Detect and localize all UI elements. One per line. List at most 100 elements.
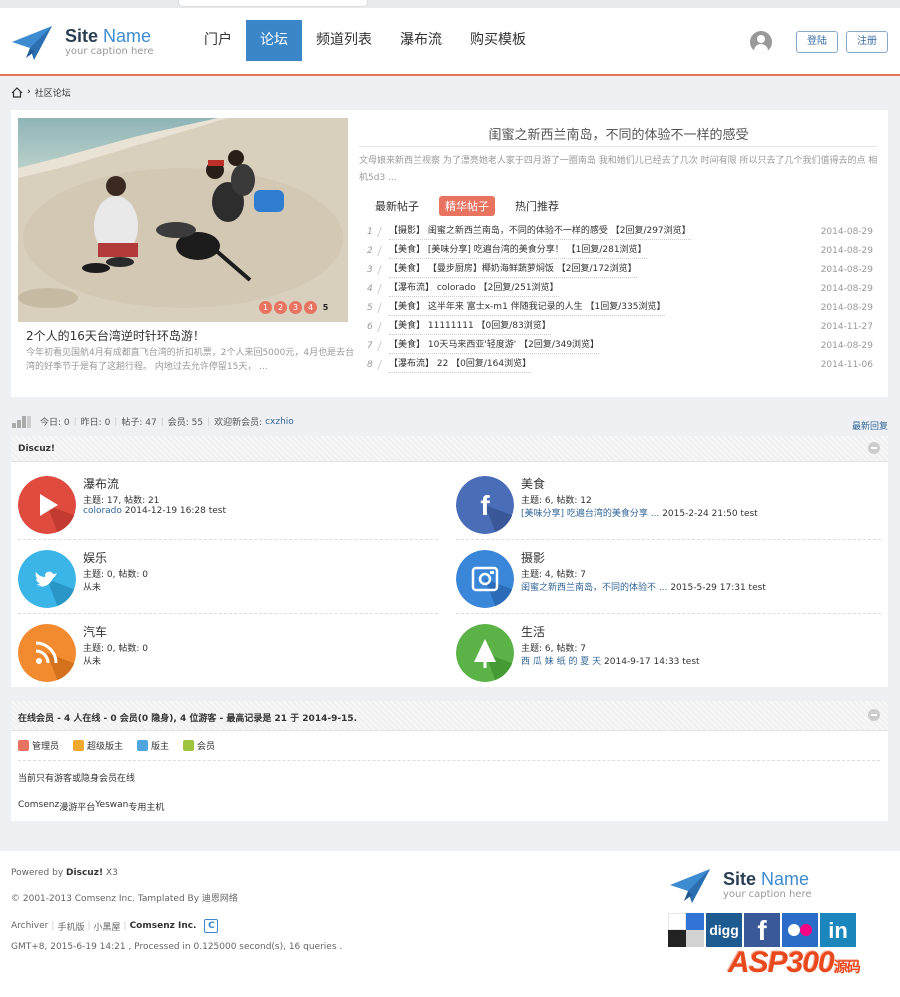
logo-title: Site Name xyxy=(65,26,152,46)
collapse-icon[interactable] xyxy=(868,442,880,454)
post-link[interactable]: 【瀑布流】 22 【0回复/164浏览】 xyxy=(389,356,532,373)
list-item: 4 【瀑布流】 colorado 【2回复/251浏览】 2014-08-29 xyxy=(367,280,873,299)
latest-reply-link[interactable]: 最新回复 xyxy=(852,419,888,432)
tab-latest-posts[interactable]: 最新帖子 xyxy=(369,196,425,216)
gmt-info: GMT+8, 2015-6-19 14:21 , Processed in 0.… xyxy=(11,942,343,952)
member-icon xyxy=(183,740,195,751)
watermark-logo: ASP300源码 xyxy=(728,946,861,979)
last-post-link[interactable]: 西 瓜 妹 纸 的 夏 天 xyxy=(521,657,601,667)
friend-link[interactable]: 专用主机 xyxy=(128,800,164,813)
paper-plane-icon xyxy=(12,26,52,60)
feature-panel: 1 2 3 4 5 2个人的16天台湾逆时针环岛游！ 今年初看见国航4月有成都直… xyxy=(11,110,888,397)
user-avatar-icon[interactable] xyxy=(750,31,772,53)
forum-name[interactable]: 汽车 xyxy=(83,623,107,640)
nav-buy-template[interactable]: 购买模板 xyxy=(456,20,540,61)
nav-portal[interactable]: 门户 xyxy=(190,20,246,61)
site-header: Site Name your caption here 门户 论坛 频道列表 瀑… xyxy=(0,0,900,76)
post-list: 1 【摄影】 闺蜜之新西兰南岛，不同的体验不一样的感受 【2回复/297浏览】 20… xyxy=(367,223,873,375)
row-number: 3 xyxy=(367,261,387,280)
post-link[interactable]: 【瀑布流】 colorado 【2回复/251浏览】 xyxy=(389,280,559,297)
friend-link[interactable]: Comsenz xyxy=(18,800,59,813)
friend-link[interactable]: 漫游平台 xyxy=(59,800,95,813)
last-post-link[interactable]: [美味分享] 吃遍台湾的美食分享 ... xyxy=(521,509,659,519)
forum-last-post: 从未 xyxy=(83,583,102,593)
post-link[interactable]: 【摄影】 闺蜜之新西兰南岛，不同的体验不一样的感受 【2回复/297浏览】 xyxy=(389,223,691,240)
slide-title[interactable]: 2个人的16天台湾逆时针环岛游！ xyxy=(26,327,205,344)
list-item: 1 【摄影】 闺蜜之新西兰南岛，不同的体验不一样的感受 【2回复/297浏览】 20… xyxy=(367,223,873,242)
online-title[interactable]: 在线会员 - 4 人在线 - 0 会员(0 隐身), 4 位游客 - 最高记录是… xyxy=(18,711,357,724)
row-number: 8 xyxy=(367,356,387,375)
post-link[interactable]: 【美食】 11111111 【0回复/83浏览】 xyxy=(389,318,551,335)
tab-hot-recommend[interactable]: 热门推荐 xyxy=(509,196,565,216)
friend-link[interactable]: Yeswan xyxy=(95,800,128,813)
forum-name[interactable]: 瀑布流 xyxy=(83,475,119,492)
slide-dot-2[interactable]: 2 xyxy=(274,301,287,314)
camera-icon[interactable] xyxy=(456,550,514,608)
forum-last-post: 闺蜜之新西兰南岛，不同的体验不 ... 2015-5-29 17:31 test xyxy=(521,583,766,593)
featured-article-title[interactable]: 闺蜜之新西兰南岛，不同的体验不一样的感受 xyxy=(361,124,876,143)
nav-waterfall[interactable]: 瀑布流 xyxy=(386,20,456,61)
slide-dot-1[interactable]: 1 xyxy=(259,301,272,314)
forum-name[interactable]: 生活 xyxy=(521,623,545,640)
slide-dots: 1 2 3 4 5 xyxy=(257,301,332,314)
list-item: 8 【瀑布流】 22 【0回复/164浏览】 2014-11-06 xyxy=(367,356,873,375)
forum-name[interactable]: 美食 xyxy=(521,475,545,492)
post-link[interactable]: 【美食】 [美味分享] 吃遍台湾的美食分享！ 【1回复/281浏览】 xyxy=(389,242,647,259)
new-member-link[interactable]: cxzhio xyxy=(265,417,294,427)
home-icon[interactable] xyxy=(11,86,23,98)
discuz-link[interactable]: Discuz! xyxy=(66,868,103,878)
tab-featured-posts[interactable]: 精华帖子 xyxy=(439,196,495,216)
mobile-link[interactable]: 手机版 xyxy=(57,920,84,933)
nav-forum[interactable]: 论坛 xyxy=(246,20,302,61)
forum-item: 摄影 主题: 4, 帖数: 7 闺蜜之新西兰南岛，不同的体验不 ... 2015… xyxy=(449,540,879,614)
last-post-link[interactable]: colorado xyxy=(83,506,122,516)
slide-dot-4[interactable]: 4 xyxy=(304,301,317,314)
divider xyxy=(359,146,877,147)
play-icon[interactable] xyxy=(18,476,76,534)
list-item: 3 【美食】 【曼步厨房】椰奶海鲜蔬萝焖饭 【2回复/172浏览】 2014-08-… xyxy=(367,261,873,280)
post-link[interactable]: 【美食】 这半年来 富士x-m1 伴随我记录的人生 【1回复/335浏览】 xyxy=(389,299,666,316)
register-button[interactable]: 注册 xyxy=(846,31,888,53)
post-date: 2014-08-29 xyxy=(820,303,873,313)
forum-name[interactable]: 摄影 xyxy=(521,549,545,566)
linkedin-icon[interactable]: in xyxy=(820,913,856,947)
online-members: 在线会员 - 4 人在线 - 0 会员(0 隐身), 4 位游客 - 最高记录是… xyxy=(11,701,888,821)
rss-icon[interactable] xyxy=(18,624,76,682)
collapse-icon[interactable] xyxy=(868,709,880,721)
super-moderator-icon xyxy=(73,740,85,751)
post-link[interactable]: 【美食】 【曼步厨房】椰奶海鲜蔬萝焖饭 【2回复/172浏览】 xyxy=(389,261,637,278)
delicious-icon[interactable] xyxy=(668,913,704,947)
comsenz-logo-icon[interactable]: C xyxy=(204,919,219,933)
company-link[interactable]: Comsenz Inc. xyxy=(130,921,197,931)
forum-name[interactable]: 娱乐 xyxy=(83,549,107,566)
footer-links: Archiver | 手机版 | 小黑屋 | Comsenz Inc. C xyxy=(11,919,219,933)
slideshow-image[interactable]: 1 2 3 4 5 xyxy=(18,118,348,322)
post-tabs: 最新帖子 精华帖子 热门推荐 xyxy=(369,196,579,216)
facebook-icon[interactable]: f xyxy=(744,913,780,947)
login-button[interactable]: 登陆 xyxy=(796,31,838,53)
list-item: 6 【美食】 11111111 【0回复/83浏览】 2014-11-27 xyxy=(367,318,873,337)
divider xyxy=(18,760,880,761)
moderator-icon xyxy=(137,740,149,751)
list-item: 5 【美食】 这半年来 富士x-m1 伴随我记录的人生 【1回复/335浏览】 20… xyxy=(367,299,873,318)
archiver-link[interactable]: Archiver xyxy=(11,921,48,931)
featured-article-desc: 文母娘来新西兰视察 为了漂亮她老人家于四月游了一圈南岛 我和她们儿已经去了几次 … xyxy=(359,156,878,183)
forum-group-title[interactable]: Discuz! xyxy=(18,444,55,454)
post-date: 2014-08-29 xyxy=(820,265,873,275)
online-note: 当前只有游客或隐身会员在线 xyxy=(18,774,136,784)
post-date: 2014-08-29 xyxy=(820,284,873,294)
facebook-icon[interactable]: f xyxy=(456,476,514,534)
blackroom-link[interactable]: 小黑屋 xyxy=(94,920,121,933)
breadcrumb-forum[interactable]: 社区论坛 xyxy=(35,86,71,99)
flickr-icon[interactable] xyxy=(782,913,818,947)
nav-channels[interactable]: 频道列表 xyxy=(302,20,386,61)
last-post-link[interactable]: 闺蜜之新西兰南岛，不同的体验不 ... xyxy=(521,583,667,593)
slide-dot-3[interactable]: 3 xyxy=(289,301,302,314)
digg-icon[interactable]: digg xyxy=(706,913,742,947)
stat-posts: 帖子: 47 xyxy=(121,418,157,428)
row-number: 6 xyxy=(367,318,387,337)
post-link[interactable]: 【美食】 10天马来西亚'轻度游' 【2回复/349浏览】 xyxy=(389,337,600,354)
tree-icon[interactable] xyxy=(456,624,514,682)
twitter-icon[interactable] xyxy=(18,550,76,608)
slide-dot-5[interactable]: 5 xyxy=(319,301,332,314)
